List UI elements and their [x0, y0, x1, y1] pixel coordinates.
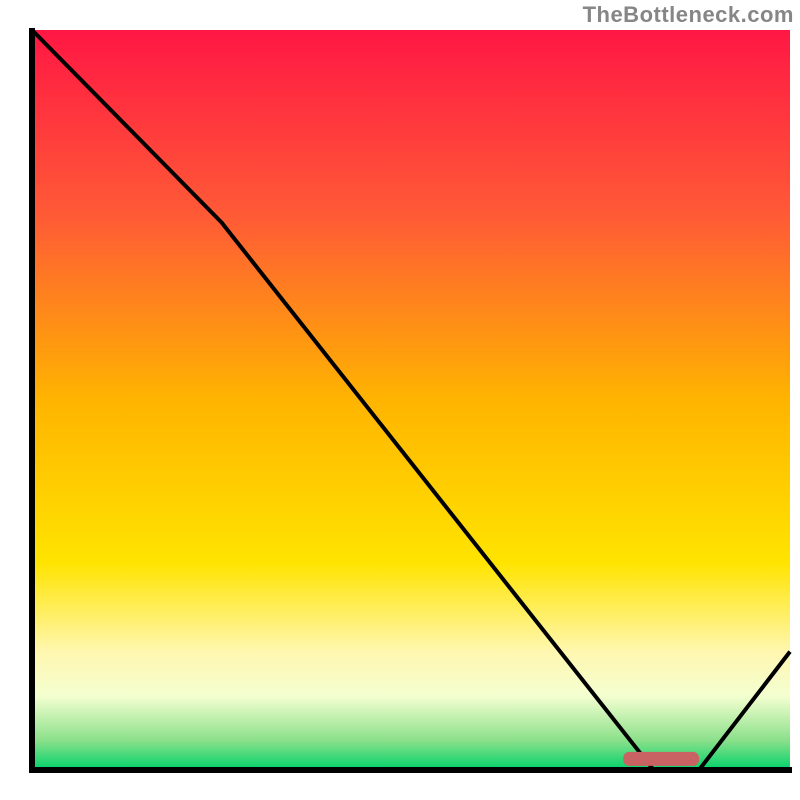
bottleneck-chart: [0, 0, 800, 800]
watermark-text: TheBottleneck.com: [583, 2, 794, 28]
plot-area: [32, 30, 790, 770]
chart-container: TheBottleneck.com: [0, 0, 800, 800]
min-marker: [623, 752, 699, 766]
